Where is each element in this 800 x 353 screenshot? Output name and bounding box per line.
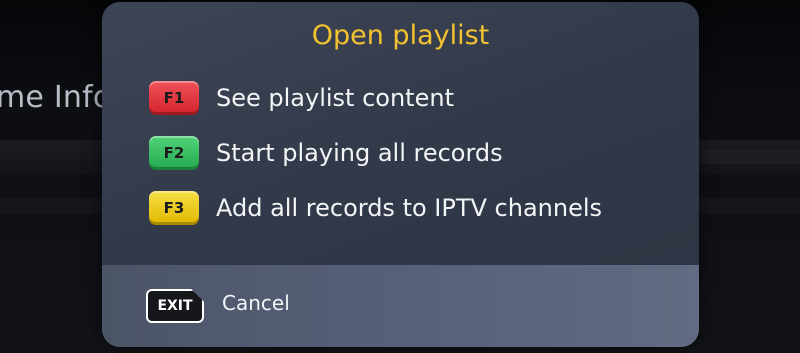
f3-key-icon: F3 [149, 191, 199, 225]
option-start-playing-all[interactable]: F2 Start playing all records [149, 135, 503, 171]
option-label: Add all records to IPTV channels [216, 194, 603, 222]
open-playlist-dialog: Open playlist F1 See playlist content F2… [102, 2, 699, 347]
app-screen: me Infor Open playlist F1 See playlist c… [0, 0, 800, 353]
background-right-bar [700, 150, 800, 164]
f2-key-icon: F2 [149, 136, 199, 170]
option-add-to-iptv-channels[interactable]: F3 Add all records to IPTV channels [149, 190, 602, 226]
option-label: See playlist content [216, 84, 454, 112]
exit-key-icon[interactable]: EXIT [146, 289, 204, 323]
cancel-button[interactable]: Cancel [222, 291, 290, 315]
option-label: Start playing all records [216, 139, 503, 167]
option-see-playlist-content[interactable]: F1 See playlist content [149, 80, 454, 116]
f1-key-icon: F1 [149, 81, 199, 115]
dialog-footer: EXIT Cancel [102, 265, 699, 347]
dialog-title: Open playlist [311, 20, 490, 51]
